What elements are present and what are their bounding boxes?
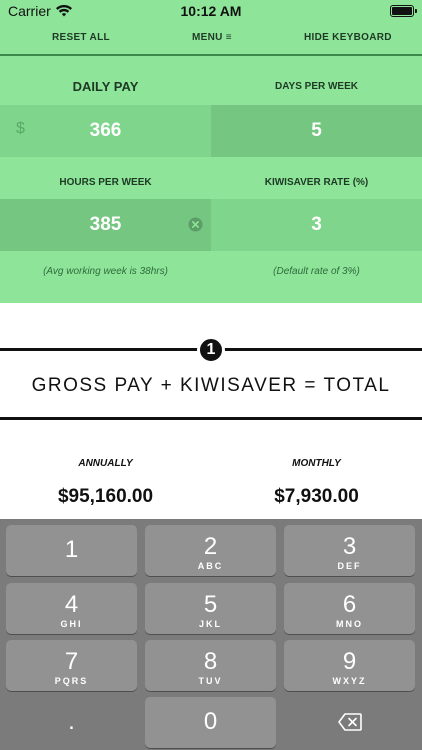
key-1-digit: 1 xyxy=(64,536,79,563)
delete-key[interactable] xyxy=(284,697,415,748)
daily-pay-field[interactable]: $ 366 xyxy=(0,105,211,157)
top-menu-bar: RESET ALL MENU ≡ HIDE KEYBOARD xyxy=(0,22,422,56)
key-4-letters: GHI xyxy=(60,619,83,629)
daily-pay-label: DAILY PAY xyxy=(72,79,139,94)
formula-heading: GROSS PAY + KIWISAVER = TOTAL xyxy=(31,375,391,396)
clear-input-icon[interactable] xyxy=(188,217,203,232)
key-1[interactable]: 1 xyxy=(6,525,137,576)
status-bar: Carrier 10:12 AM xyxy=(0,0,422,22)
hours-hint: (Avg working week is 38hrs) xyxy=(43,266,168,277)
key-4[interactable]: 4 GHI xyxy=(6,583,137,634)
key-9-digit: 9 xyxy=(342,648,357,675)
key-2-letters: ABC xyxy=(197,561,224,571)
key-2[interactable]: 2 ABC xyxy=(145,525,276,576)
key-decimal-digit: . xyxy=(68,708,75,735)
key-2-digit: 2 xyxy=(203,533,218,560)
backspace-icon xyxy=(338,713,362,731)
annually-value: $95,160.00 xyxy=(57,486,154,507)
key-3-letters: DEF xyxy=(337,561,362,571)
days-per-week-value: 5 xyxy=(311,120,322,141)
key-3[interactable]: 3 DEF xyxy=(284,525,415,576)
key-8-letters: TUV xyxy=(198,676,223,686)
key-6-digit: 6 xyxy=(342,591,357,618)
numeric-keyboard: 1 2 ABC 3 DEF 4 GHI 5 JKL 6 MNO 7 PQRS 8… xyxy=(0,519,422,750)
key-5-digit: 5 xyxy=(203,591,218,618)
key-6[interactable]: 6 MNO xyxy=(284,583,415,634)
currency-symbol: $ xyxy=(16,120,25,137)
kiwisaver-rate-field[interactable]: 3 xyxy=(211,199,422,251)
kiwisaver-rate-value: 3 xyxy=(311,214,322,235)
key-7-digit: 7 xyxy=(64,648,79,675)
section-divider-bottom xyxy=(0,417,422,420)
annually-label: ANNUALLY xyxy=(78,458,133,469)
key-9-letters: WXYZ xyxy=(332,676,367,686)
key-3-digit: 3 xyxy=(342,533,357,560)
hours-per-week-label: HOURS PER WEEK xyxy=(59,177,152,188)
key-7-letters: PQRS xyxy=(54,676,89,686)
daily-pay-value: 366 xyxy=(89,120,122,141)
key-6-letters: MNO xyxy=(336,619,363,629)
key-decimal[interactable]: . xyxy=(6,697,137,748)
key-0-digit: 0 xyxy=(203,708,218,735)
key-5-letters: JKL xyxy=(198,619,222,629)
key-5[interactable]: 5 JKL xyxy=(145,583,276,634)
key-8[interactable]: 8 TUV xyxy=(145,640,276,691)
key-0[interactable]: 0 xyxy=(145,697,276,748)
kiwisaver-rate-label: KIWISAVER RATE (%) xyxy=(264,177,369,188)
days-per-week-field[interactable]: 5 xyxy=(211,105,422,157)
reset-all-button[interactable]: RESET ALL xyxy=(52,32,110,43)
key-4-digit: 4 xyxy=(64,591,79,618)
kiwisaver-hint: (Default rate of 3%) xyxy=(273,266,360,277)
status-time: 10:12 AM xyxy=(180,3,242,19)
key-8-digit: 8 xyxy=(203,648,218,675)
battery-icon xyxy=(390,5,417,17)
monthly-value: $7,930.00 xyxy=(274,486,359,507)
step-number-badge: 1 xyxy=(197,336,225,364)
hours-per-week-value: 385 xyxy=(89,214,122,235)
monthly-label: MONTHLY xyxy=(292,458,341,469)
menu-button[interactable]: MENU ≡ xyxy=(192,32,232,43)
key-9[interactable]: 9 WXYZ xyxy=(284,640,415,691)
hide-keyboard-button[interactable]: HIDE KEYBOARD xyxy=(304,32,392,43)
hours-per-week-field[interactable]: 385 xyxy=(0,199,211,251)
days-per-week-label: DAYS PER WEEK xyxy=(275,81,358,92)
key-7[interactable]: 7 PQRS xyxy=(6,640,137,691)
